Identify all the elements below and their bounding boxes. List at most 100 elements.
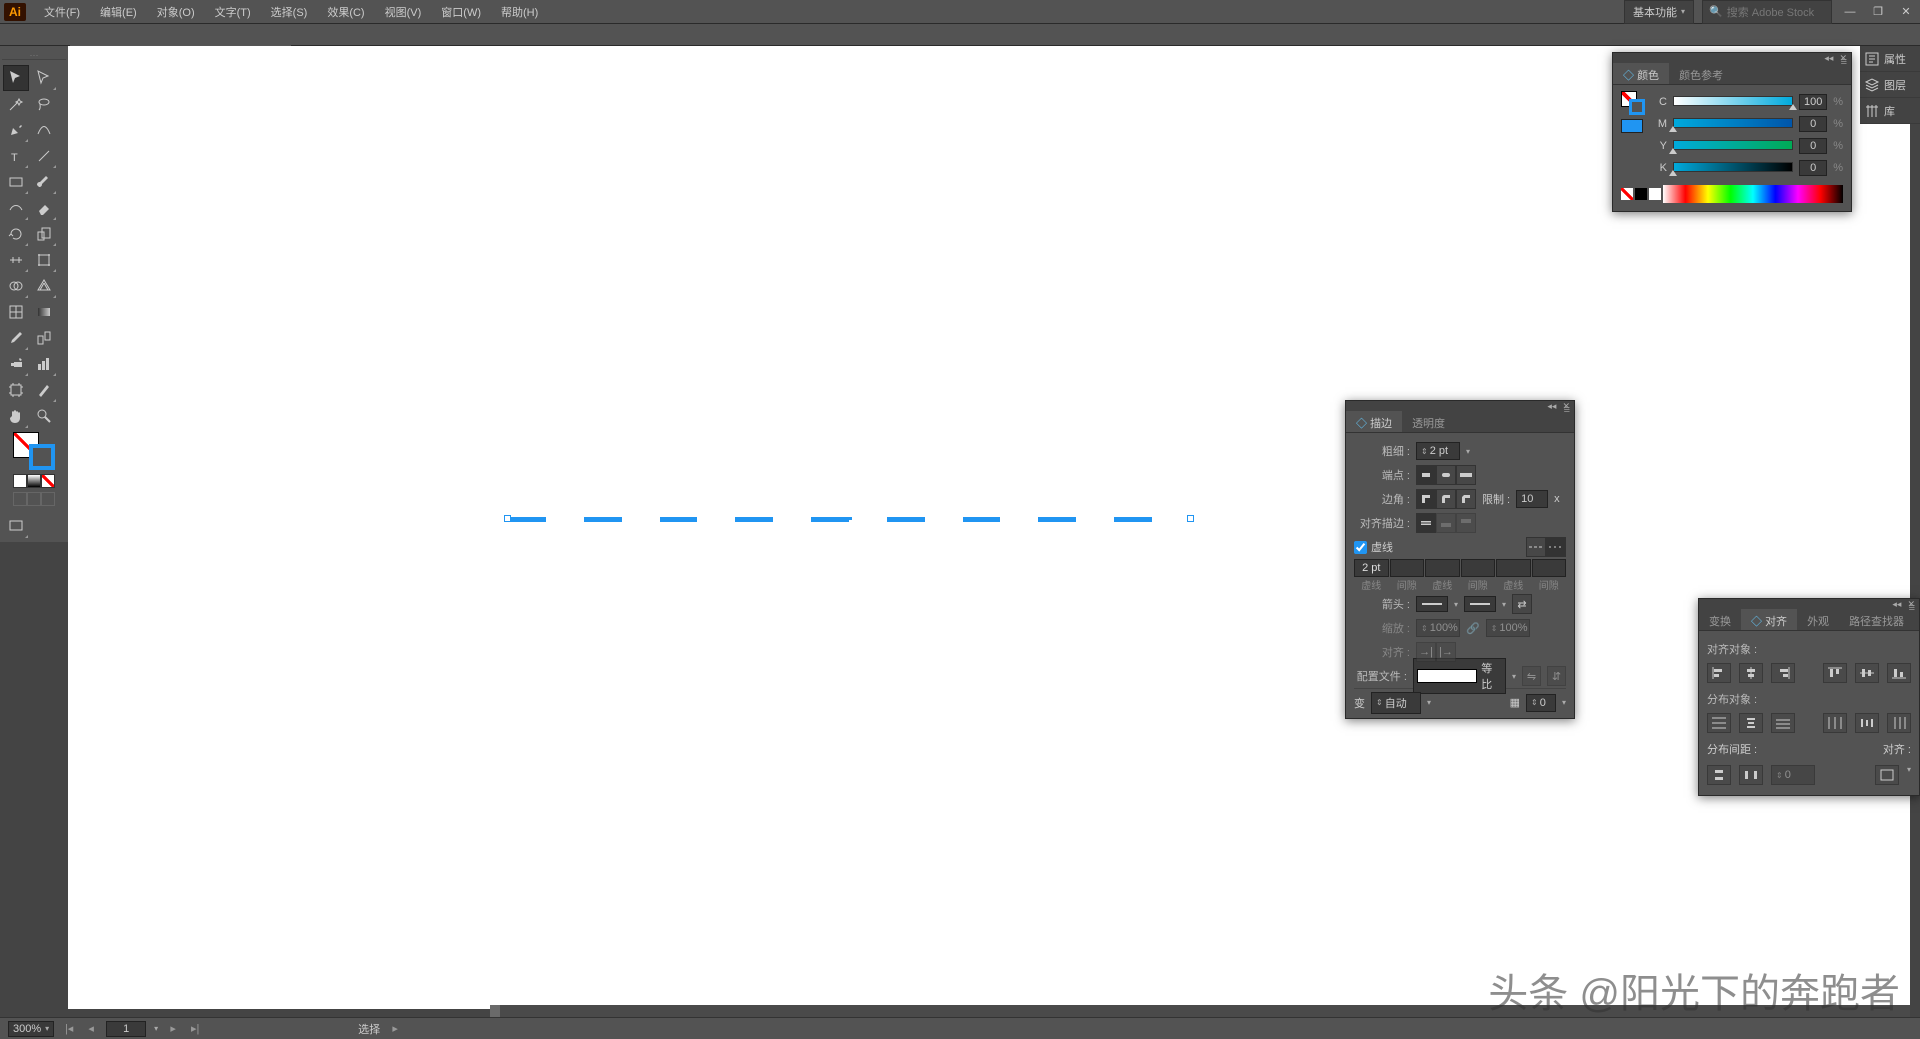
swap-arrows-btn[interactable]: ⇄ bbox=[1512, 594, 1532, 614]
dock-layers[interactable]: 图层 bbox=[1860, 72, 1920, 98]
pen-tool[interactable] bbox=[3, 117, 29, 143]
cap-butt-btn[interactable] bbox=[1416, 465, 1436, 485]
weight-dropdown[interactable]: ▾ bbox=[1466, 447, 1470, 456]
gap-1-input[interactable] bbox=[1390, 559, 1425, 577]
collapse-icon[interactable]: ◂◂ bbox=[1824, 53, 1833, 64]
appearance-tab[interactable]: 外观 bbox=[1797, 609, 1839, 630]
var-width-select[interactable]: ⇕自动 bbox=[1371, 692, 1421, 714]
arrow-end-select[interactable] bbox=[1464, 596, 1496, 612]
dist-left-btn[interactable] bbox=[1823, 713, 1847, 733]
status-menu-btn[interactable]: ▸ bbox=[388, 1022, 402, 1036]
horizontal-scrollbar[interactable] bbox=[490, 1005, 1910, 1017]
selection-handle-right[interactable] bbox=[1187, 515, 1194, 522]
paintbrush-tool[interactable] bbox=[31, 169, 57, 195]
menu-effect[interactable]: 效果(C) bbox=[317, 4, 374, 20]
blend-tool[interactable] bbox=[31, 325, 57, 351]
perspective-grid-tool[interactable] bbox=[31, 273, 57, 299]
fill-stroke-swatches[interactable] bbox=[13, 432, 55, 470]
dock-properties[interactable]: 属性 bbox=[1860, 46, 1920, 72]
lasso-tool[interactable] bbox=[31, 91, 57, 117]
free-transform-tool[interactable] bbox=[31, 247, 57, 273]
collapse-icon[interactable]: ◂◂ bbox=[1547, 401, 1556, 412]
zoom-tool[interactable] bbox=[31, 403, 57, 429]
white-swatch[interactable] bbox=[1649, 188, 1661, 200]
slice-tool[interactable] bbox=[31, 377, 57, 403]
curvature-tool[interactable] bbox=[31, 117, 57, 143]
direct-selection-tool[interactable] bbox=[31, 65, 57, 91]
close-button[interactable]: ✕ bbox=[1896, 4, 1916, 20]
menu-object[interactable]: 对象(O) bbox=[147, 4, 205, 20]
last-artboard-btn[interactable]: ▸| bbox=[188, 1022, 202, 1036]
menu-view[interactable]: 视图(V) bbox=[375, 4, 432, 20]
black-value[interactable]: 0 bbox=[1799, 160, 1827, 176]
maximize-button[interactable]: ❐ bbox=[1868, 4, 1888, 20]
panel-dragbar[interactable]: ◂◂✕ bbox=[1346, 401, 1574, 411]
stroke-tab[interactable]: ◇ 描边 bbox=[1346, 411, 1402, 432]
mesh-tool[interactable] bbox=[3, 299, 29, 325]
minimize-button[interactable]: — bbox=[1840, 4, 1860, 20]
limit-input[interactable]: 10 bbox=[1516, 490, 1548, 508]
cap-round-btn[interactable] bbox=[1436, 465, 1456, 485]
menu-help[interactable]: 帮助(H) bbox=[491, 4, 548, 20]
none-mode-btn[interactable] bbox=[41, 474, 55, 488]
align-top-btn[interactable] bbox=[1823, 663, 1847, 683]
prev-artboard-btn[interactable]: ◂ bbox=[84, 1022, 98, 1036]
fill-stroke-mini[interactable] bbox=[1621, 91, 1645, 115]
next-artboard-btn[interactable]: ▸ bbox=[166, 1022, 180, 1036]
var-value-input[interactable]: ⇕0 bbox=[1526, 694, 1556, 712]
scale-tool[interactable] bbox=[31, 221, 57, 247]
rotate-tool[interactable] bbox=[3, 221, 29, 247]
magenta-slider[interactable] bbox=[1673, 118, 1793, 130]
cap-projecting-btn[interactable] bbox=[1456, 465, 1476, 485]
panel-dragbar[interactable]: ◂◂✕ bbox=[1613, 53, 1851, 63]
symbol-sprayer-tool[interactable] bbox=[3, 351, 29, 377]
align-left-btn[interactable] bbox=[1707, 663, 1731, 683]
align-hcenter-btn[interactable] bbox=[1739, 663, 1763, 683]
menu-type[interactable]: 文字(T) bbox=[205, 4, 261, 20]
dash-1-input[interactable]: 2 pt bbox=[1354, 559, 1389, 577]
workspace-switcher[interactable]: 基本功能 ▾ bbox=[1624, 0, 1694, 24]
column-graph-tool[interactable] bbox=[31, 351, 57, 377]
dist-bottom-btn[interactable] bbox=[1771, 713, 1795, 733]
align-vcenter-btn[interactable] bbox=[1855, 663, 1879, 683]
draw-normal-btn[interactable] bbox=[13, 492, 27, 506]
stroke-swatch[interactable] bbox=[29, 444, 55, 470]
none-color-icon[interactable] bbox=[1621, 188, 1633, 200]
artboard-input[interactable]: 1 bbox=[106, 1021, 146, 1037]
menu-edit[interactable]: 编辑(E) bbox=[90, 4, 147, 20]
dist-spacing-h-btn[interactable] bbox=[1739, 765, 1763, 785]
cyan-value[interactable]: 100 bbox=[1799, 94, 1827, 110]
dist-right-btn[interactable] bbox=[1887, 713, 1911, 733]
dash-align-btn[interactable] bbox=[1546, 537, 1566, 557]
current-color-swatch[interactable] bbox=[1621, 119, 1643, 133]
selection-handle-left[interactable] bbox=[504, 515, 511, 522]
shape-builder-tool[interactable] bbox=[3, 273, 29, 299]
black-swatch[interactable] bbox=[1635, 188, 1647, 200]
type-tool[interactable]: T bbox=[3, 143, 29, 169]
dashed-checkbox[interactable]: 虚线 bbox=[1354, 539, 1393, 555]
arrow-start-select[interactable] bbox=[1416, 596, 1448, 612]
dist-spacing-v-btn[interactable] bbox=[1707, 765, 1731, 785]
align-to-select[interactable] bbox=[1875, 765, 1899, 785]
menu-select[interactable]: 选择(S) bbox=[261, 4, 318, 20]
panel-menu-icon[interactable]: ≡ bbox=[1841, 56, 1847, 68]
selection-tool[interactable] bbox=[3, 65, 29, 91]
color-mode-btn[interactable] bbox=[13, 474, 27, 488]
align-bottom-btn[interactable] bbox=[1887, 663, 1911, 683]
hand-tool[interactable] bbox=[3, 403, 29, 429]
black-slider[interactable] bbox=[1673, 162, 1793, 174]
color-guide-tab[interactable]: 颜色参考 bbox=[1669, 63, 1733, 84]
corner-bevel-btn[interactable] bbox=[1456, 489, 1476, 509]
scrollbar-thumb[interactable] bbox=[490, 1005, 500, 1017]
gap-2-input[interactable] bbox=[1461, 559, 1496, 577]
weight-input[interactable]: ⇕2 pt bbox=[1416, 442, 1460, 460]
menu-window[interactable]: 窗口(W) bbox=[431, 4, 491, 20]
dash-2-input[interactable] bbox=[1425, 559, 1460, 577]
dash-3-input[interactable] bbox=[1496, 559, 1531, 577]
rectangle-tool[interactable] bbox=[3, 169, 29, 195]
gap-3-input[interactable] bbox=[1532, 559, 1567, 577]
collapse-icon[interactable]: ◂◂ bbox=[1892, 599, 1901, 610]
dist-hcenter-btn[interactable] bbox=[1855, 713, 1879, 733]
panel-menu-icon[interactable]: ≡ bbox=[1564, 404, 1570, 416]
yellow-value[interactable]: 0 bbox=[1799, 138, 1827, 154]
